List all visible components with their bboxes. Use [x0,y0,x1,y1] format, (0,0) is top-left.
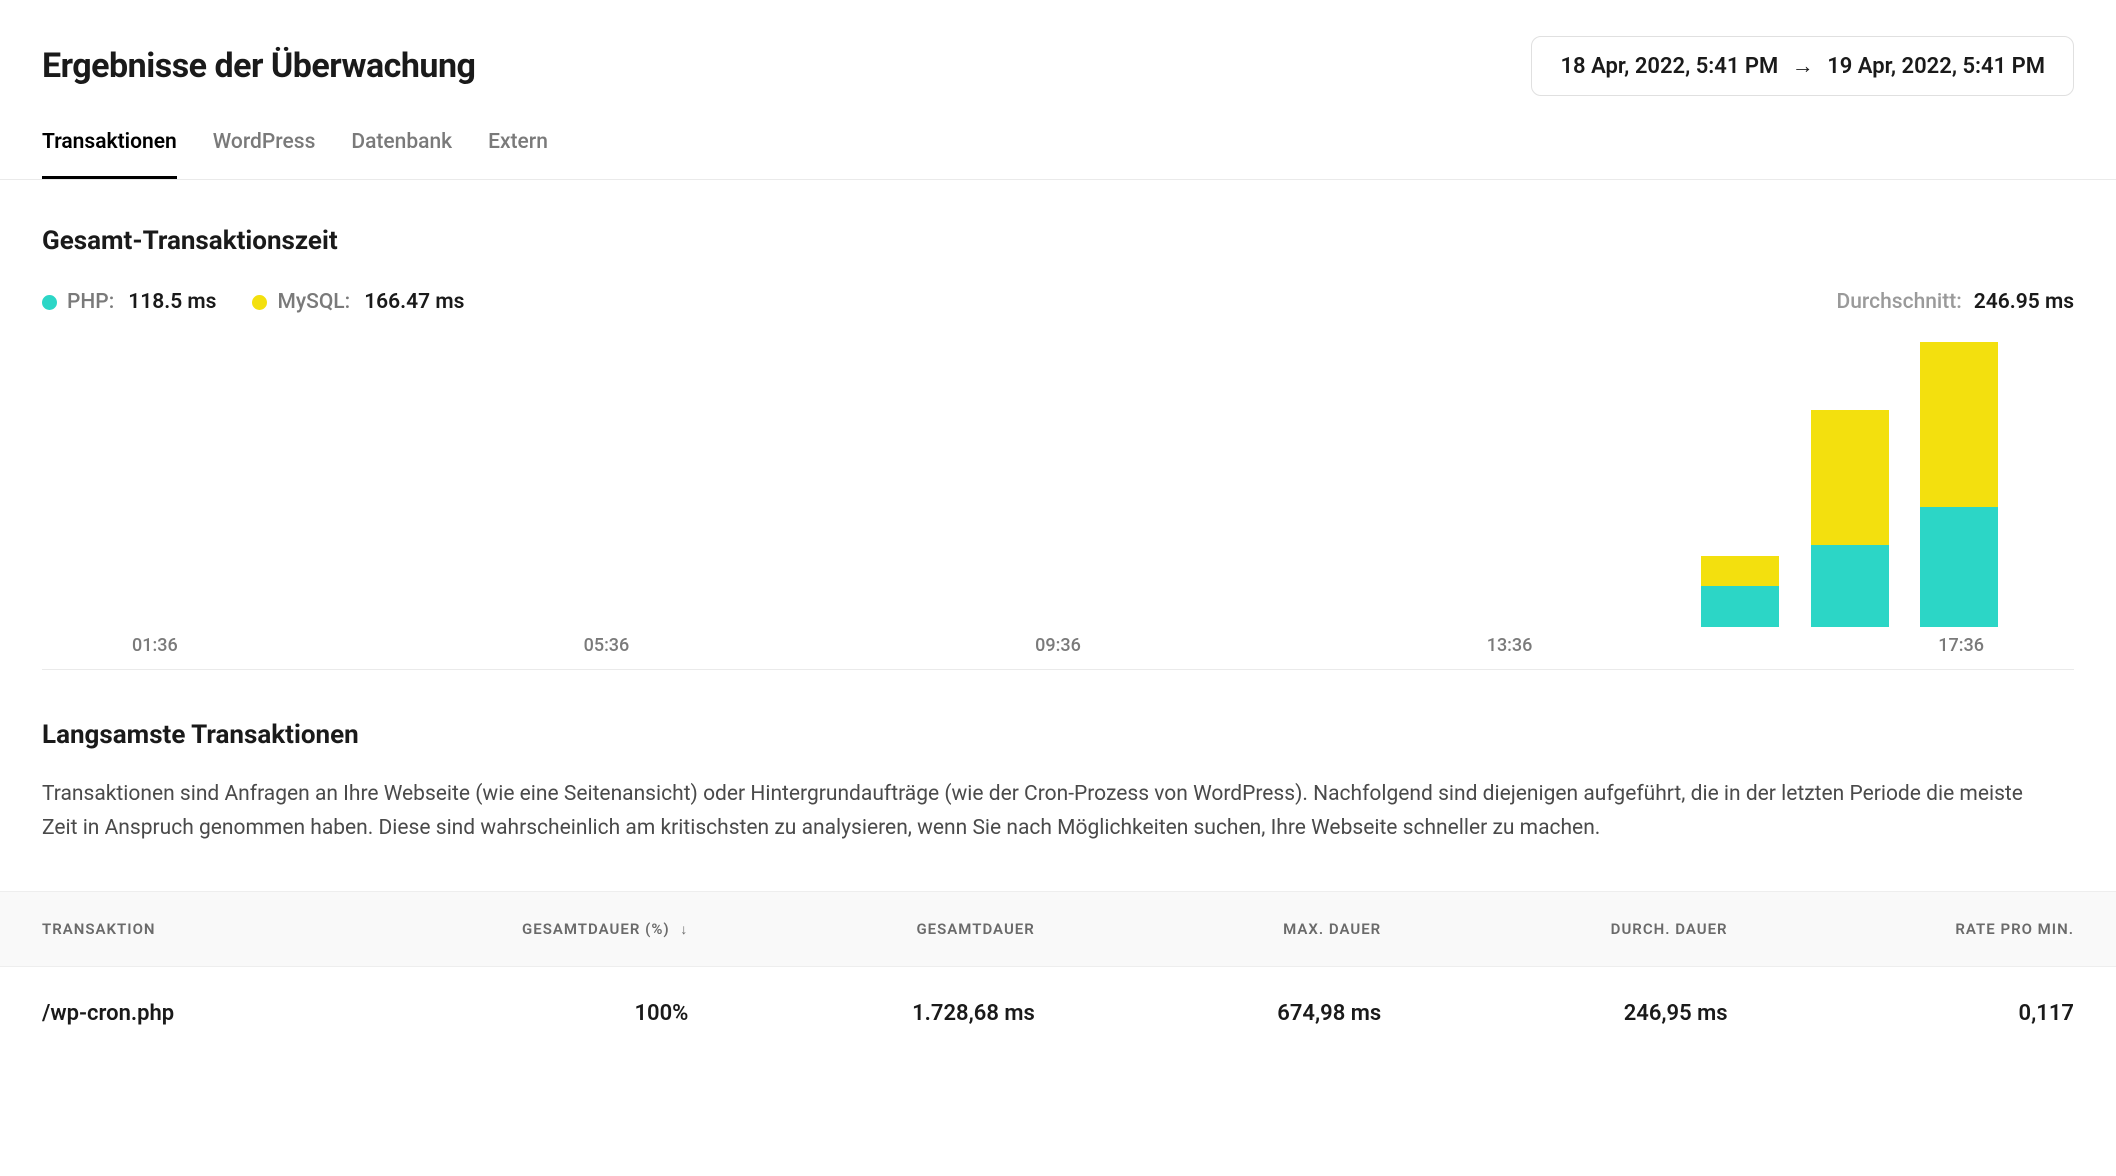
slowest-title: Langsamste Transaktionen [42,720,2074,750]
chart-bar[interactable] [1920,342,1998,627]
dot-icon [252,295,267,310]
x-axis-label: 05:36 [584,635,630,656]
chart-bar-slot [1247,327,1357,627]
chart-bar-slot [152,327,262,627]
legend-mysql-value: 166.47 ms [364,290,464,314]
legend-item-php: PHP: 118.5 ms [42,290,216,314]
cell-gesamtdauer-pct: 100% [342,1001,688,1026]
table-header-row: Transaktion Gesamtdauer (%) ↓ Gesamtdaue… [0,891,2116,967]
x-axis-label: 13:36 [1487,635,1533,656]
date-range-picker[interactable]: 18 Apr, 2022, 5:41 PM → 19 Apr, 2022, 5:… [1531,36,2074,96]
bar-segment-mysql [1811,410,1889,545]
sort-down-icon: ↓ [680,922,688,938]
legend-php-label: PHP: [67,290,114,314]
cell-rate-pro-min: 0,117 [1728,1001,2074,1026]
chart-bar[interactable] [1811,410,1889,628]
chart-bar-slot [1028,327,1138,627]
bar-segment-php [1701,586,1779,627]
bar-segment-php [1920,507,1998,627]
bar-segment-mysql [1920,342,1998,507]
arrow-right-icon: → [1792,54,1814,79]
cell-gesamtdauer: 1.728,68 ms [688,1001,1034,1026]
bar-segment-php [1811,545,1889,628]
legend-php-value: 118.5 ms [128,290,216,314]
avg-label: Durchschnitt: [1837,290,1962,314]
x-axis-label: 09:36 [1035,635,1081,656]
transactions-chart: 01:36 05:36 09:36 13:36 17:36 [42,330,2074,670]
legend-mysql-label: MySQL: [277,290,350,314]
cell-durch-dauer: 246,95 ms [1381,1001,1727,1026]
th-rate-pro-min[interactable]: Rate pro Min. [1728,920,2074,938]
chart-bar[interactable] [1701,556,1779,627]
date-from: 18 Apr, 2022, 5:41 PM [1560,54,1778,79]
th-durch-dauer[interactable]: Durch. Dauer [1381,920,1727,938]
x-axis-label: 17:36 [1938,635,1984,656]
chart-bar-slot [1576,327,1686,627]
chart-bar-slot [480,327,590,627]
tab-wordpress[interactable]: WordPress [213,130,316,179]
chart-bar-slot [371,327,481,627]
avg-value: 246.95 ms [1974,290,2074,314]
x-axis-label: 01:36 [132,635,178,656]
chart-bar-slot [1138,327,1248,627]
th-gesamtdauer-pct[interactable]: Gesamtdauer (%) ↓ [342,920,688,938]
th-transaktion[interactable]: Transaktion [42,920,342,938]
chart-bar-slot [1905,327,2015,627]
tab-transaktionen[interactable]: Transaktionen [42,130,177,179]
cell-transaktion[interactable]: /wp-cron.php [42,1001,342,1026]
slowest-transactions-table: Transaktion Gesamtdauer (%) ↓ Gesamtdaue… [0,891,2116,1060]
chart-title: Gesamt-Transaktionszeit [42,226,2074,256]
cell-max-dauer: 674,98 ms [1035,1001,1381,1026]
th-gesamtdauer-pct-label: Gesamtdauer (%) [522,920,670,938]
chart-bar-slot [42,327,152,627]
legend-item-mysql: MySQL: 166.47 ms [252,290,464,314]
legend-average: Durchschnitt: 246.95 ms [1837,290,2074,314]
tab-extern[interactable]: Extern [488,130,548,179]
chart-bar-slot [261,327,371,627]
chart-bar-slot [809,327,919,627]
dot-icon [42,295,57,310]
tab-datenbank[interactable]: Datenbank [351,130,452,179]
slowest-description: Transaktionen sind Anfragen an Ihre Webs… [42,778,2042,845]
chart-bar-slot [1466,327,1576,627]
chart-bar-slot [1685,327,1795,627]
tabs: Transaktionen WordPress Datenbank Extern [0,96,2116,180]
chart-bar-slot [1795,327,1905,627]
chart-bar-slot [699,327,809,627]
chart-bar-slot [919,327,1029,627]
date-to: 19 Apr, 2022, 5:41 PM [1827,54,2045,79]
th-max-dauer[interactable]: Max. Dauer [1035,920,1381,938]
chart-bar-slot [590,327,700,627]
page-title: Ergebnisse der Überwachung [42,46,475,86]
table-row[interactable]: /wp-cron.php 100% 1.728,68 ms 674,98 ms … [0,967,2116,1060]
chart-bar-slot [1357,327,1467,627]
bar-segment-mysql [1701,556,1779,586]
th-gesamtdauer[interactable]: Gesamtdauer [688,920,1034,938]
